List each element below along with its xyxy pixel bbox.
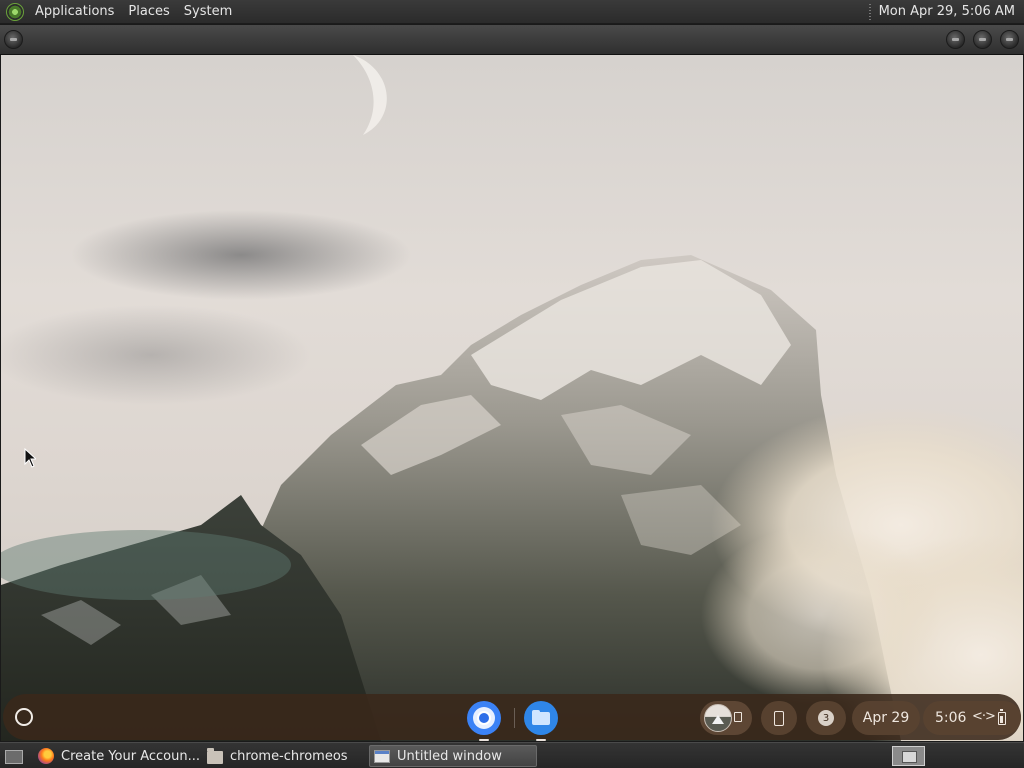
taskbar-item-untitled-window[interactable]: Untitled window: [369, 745, 537, 767]
status-time: 5:06: [935, 710, 967, 726]
taskbar-item-label: Untitled window: [397, 748, 502, 764]
launcher-button[interactable]: [15, 708, 33, 726]
menu-applications[interactable]: Applications: [28, 0, 121, 24]
shelf-divider: [514, 708, 515, 728]
close-button[interactable]: [1000, 30, 1019, 49]
taskbar-item-folder[interactable]: chrome-chromeos: [203, 745, 366, 767]
network-arrows-icon: <·>: [972, 709, 996, 724]
window-menu-button[interactable]: [4, 30, 23, 49]
taskbar-item-firefox[interactable]: Create Your Accoun...: [34, 745, 200, 767]
lock-icon: [734, 712, 742, 722]
notification-count-badge: 3: [818, 710, 834, 726]
bottom-taskbar: Create Your Accoun... chrome-chromeos Un…: [0, 742, 1024, 768]
minimize-button[interactable]: [946, 30, 965, 49]
chromeos-shelf: 3 Apr 29 5:06 <·>: [3, 694, 1021, 741]
folder-icon: [207, 747, 223, 764]
mouse-cursor-icon: [24, 448, 36, 468]
chrome-icon[interactable]: [467, 701, 501, 741]
running-indicator: [536, 739, 546, 741]
files-icon[interactable]: [524, 701, 558, 741]
battery-icon: [998, 709, 1006, 725]
distro-logo-icon[interactable]: [6, 2, 24, 21]
firefox-icon: [38, 748, 54, 764]
show-desktop-icon[interactable]: [2, 746, 26, 766]
status-area-button[interactable]: 5:06 <·>: [923, 701, 1021, 735]
menu-system[interactable]: System: [177, 0, 239, 24]
panel-clock[interactable]: Mon Apr 29, 5:06 AM: [879, 4, 1024, 19]
wallpaper-image: [1, 55, 1023, 741]
menu-places[interactable]: Places: [121, 0, 176, 24]
phone-hub-button[interactable]: [761, 701, 797, 735]
holding-space-thumbnail: [704, 704, 732, 732]
panel-handle: [868, 3, 871, 20]
phone-icon: [774, 710, 784, 726]
workspace-switcher[interactable]: [892, 746, 925, 766]
notification-button[interactable]: 3: [806, 701, 846, 735]
window-titlebar[interactable]: [0, 25, 1024, 55]
maximize-button[interactable]: [973, 30, 992, 49]
taskbar-item-label: chrome-chromeos: [230, 748, 348, 764]
window-icon: [374, 749, 390, 763]
holding-space-button[interactable]: [700, 701, 752, 735]
desktop-wallpaper[interactable]: [1, 55, 1023, 741]
top-panel: Applications Places System Mon Apr 29, 5…: [0, 0, 1024, 24]
running-indicator: [479, 739, 489, 741]
date-tray-button[interactable]: Apr 29: [852, 701, 920, 735]
date-label: Apr 29: [862, 710, 910, 726]
taskbar-item-label: Create Your Accoun...: [61, 748, 200, 764]
